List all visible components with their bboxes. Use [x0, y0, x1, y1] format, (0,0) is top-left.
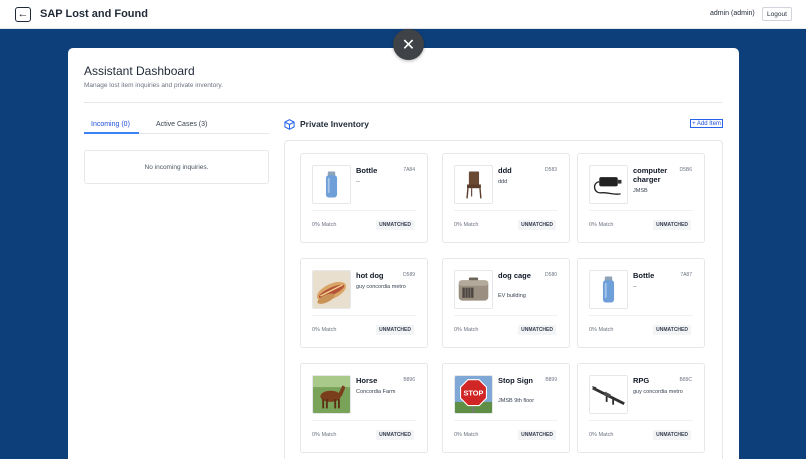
page-title: Assistant Dashboard [84, 64, 195, 78]
match-percent: 0% Match [454, 327, 479, 333]
inventory-card[interactable]: dog cage D580 EV building 0% Match UNMAT… [442, 258, 570, 348]
empty-inquiries-message: No incoming inquiries. [144, 163, 209, 171]
inventory-card[interactable]: hot dog D589 guy concordia metro 0% Matc… [300, 258, 428, 348]
match-percent: 0% Match [312, 327, 337, 333]
item-location: -- [356, 179, 360, 185]
item-location: Concordia Farm [356, 389, 396, 395]
inventory-card[interactable]: Bottle 7A84 -- 0% Match UNMATCHED [300, 153, 428, 243]
status-badge: UNMATCHED [518, 325, 556, 335]
item-name: Stop Sign [498, 376, 533, 385]
box-icon [284, 118, 295, 130]
back-arrow-icon[interactable]: ← [15, 7, 31, 22]
item-code: D5B6 [679, 167, 692, 173]
item-code: B899 [545, 377, 557, 383]
item-name: RPG [633, 376, 650, 385]
inventory-card[interactable]: computer charger D5B6 JMSB 0% Match UNMA… [577, 153, 705, 243]
item-location: ddd [498, 179, 508, 185]
stop-sign-icon: STOP [454, 375, 493, 414]
item-name: Bottle [356, 166, 378, 175]
water-bottle-icon [312, 165, 351, 204]
charger-icon [589, 165, 628, 204]
card-divider [312, 315, 416, 316]
item-code: B896 [403, 377, 415, 383]
match-percent: 0% Match [589, 327, 614, 333]
inventory-card[interactable]: ddd D583 ddd 0% Match UNMATCHED [442, 153, 570, 243]
item-name: dog cage [498, 271, 531, 280]
card-divider [589, 420, 693, 421]
header-divider [84, 102, 722, 103]
match-percent: 0% Match [589, 222, 614, 228]
card-divider [589, 210, 693, 211]
logout-button[interactable]: Logout [762, 7, 792, 21]
match-percent: 0% Match [454, 222, 479, 228]
match-percent: 0% Match [312, 432, 337, 438]
item-name: Horse [356, 376, 378, 385]
pet-carrier-icon [454, 270, 493, 309]
status-badge: UNMATCHED [653, 325, 691, 335]
tab-incoming[interactable]: Incoming (0) [91, 121, 130, 128]
inventory-grid: Bottle 7A84 -- 0% Match UNMATCHED ddd D5… [284, 140, 723, 459]
item-location: EV building [498, 293, 526, 299]
hot-dog-icon [312, 270, 351, 309]
item-code: D580 [545, 272, 557, 278]
match-percent: 0% Match [589, 432, 614, 438]
item-location: -- [633, 284, 637, 290]
empty-inquiries-box: No incoming inquiries. [84, 150, 269, 184]
card-divider [454, 315, 558, 316]
inventory-card[interactable]: Horse B896 Concordia Farm 0% Match UNMAT… [300, 363, 428, 453]
card-divider [454, 420, 558, 421]
item-name: hot dog [356, 271, 384, 280]
match-percent: 0% Match [312, 222, 337, 228]
item-code: 7A84 [403, 167, 415, 173]
card-divider [454, 210, 558, 211]
item-name: computer charger [633, 166, 668, 184]
item-code: B89C [679, 377, 692, 383]
inventory-card[interactable]: RPG B89C guy concordia metro 0% Match UN… [577, 363, 705, 453]
close-icon[interactable]: ✕ [393, 29, 424, 60]
status-badge: UNMATCHED [518, 430, 556, 440]
item-location: guy concordia metro [633, 389, 683, 395]
status-badge: UNMATCHED [518, 220, 556, 230]
item-name: ddd [498, 166, 512, 175]
item-code: D589 [403, 272, 415, 278]
current-user-label: admin (admin) [710, 10, 755, 17]
item-location: JMSB 9th floor [498, 398, 535, 404]
inquiry-tabs: Incoming (0) Active Cases (3) [84, 119, 269, 134]
status-badge: UNMATCHED [376, 220, 414, 230]
inventory-header: Private Inventory [284, 118, 369, 130]
inventory-card[interactable]: Bottle 7A87 -- 0% Match UNMATCHED [577, 258, 705, 348]
horse-icon [312, 375, 351, 414]
item-code: 7A87 [680, 272, 692, 278]
active-tab-indicator [84, 132, 139, 134]
status-badge: UNMATCHED [376, 325, 414, 335]
tab-active-cases[interactable]: Active Cases (3) [156, 121, 207, 128]
top-bar: ← SAP Lost and Found admin (admin) Logou… [0, 0, 806, 29]
chair-icon [454, 165, 493, 204]
status-badge: UNMATCHED [376, 430, 414, 440]
page-subtitle: Manage lost item inquiries and private i… [84, 82, 223, 89]
item-name: Bottle [633, 271, 655, 280]
item-code: D583 [545, 167, 557, 173]
add-item-button[interactable]: + Add Item [690, 119, 723, 128]
item-location: guy concordia metro [356, 284, 406, 290]
item-location: JMSB [633, 188, 648, 194]
app-title: SAP Lost and Found [40, 8, 148, 20]
dashboard-panel: Assistant Dashboard Manage lost item inq… [68, 48, 739, 459]
inventory-card[interactable]: STOP Stop Sign B899 JMSB 9th floor 0% Ma… [442, 363, 570, 453]
card-divider [312, 210, 416, 211]
status-badge: UNMATCHED [653, 220, 691, 230]
status-badge: UNMATCHED [653, 430, 691, 440]
inventory-title: Private Inventory [300, 119, 369, 129]
svg-text:STOP: STOP [464, 388, 484, 397]
water-bottle-icon [589, 270, 628, 309]
card-divider [589, 315, 693, 316]
match-percent: 0% Match [454, 432, 479, 438]
rpg-icon [589, 375, 628, 414]
card-divider [312, 420, 416, 421]
